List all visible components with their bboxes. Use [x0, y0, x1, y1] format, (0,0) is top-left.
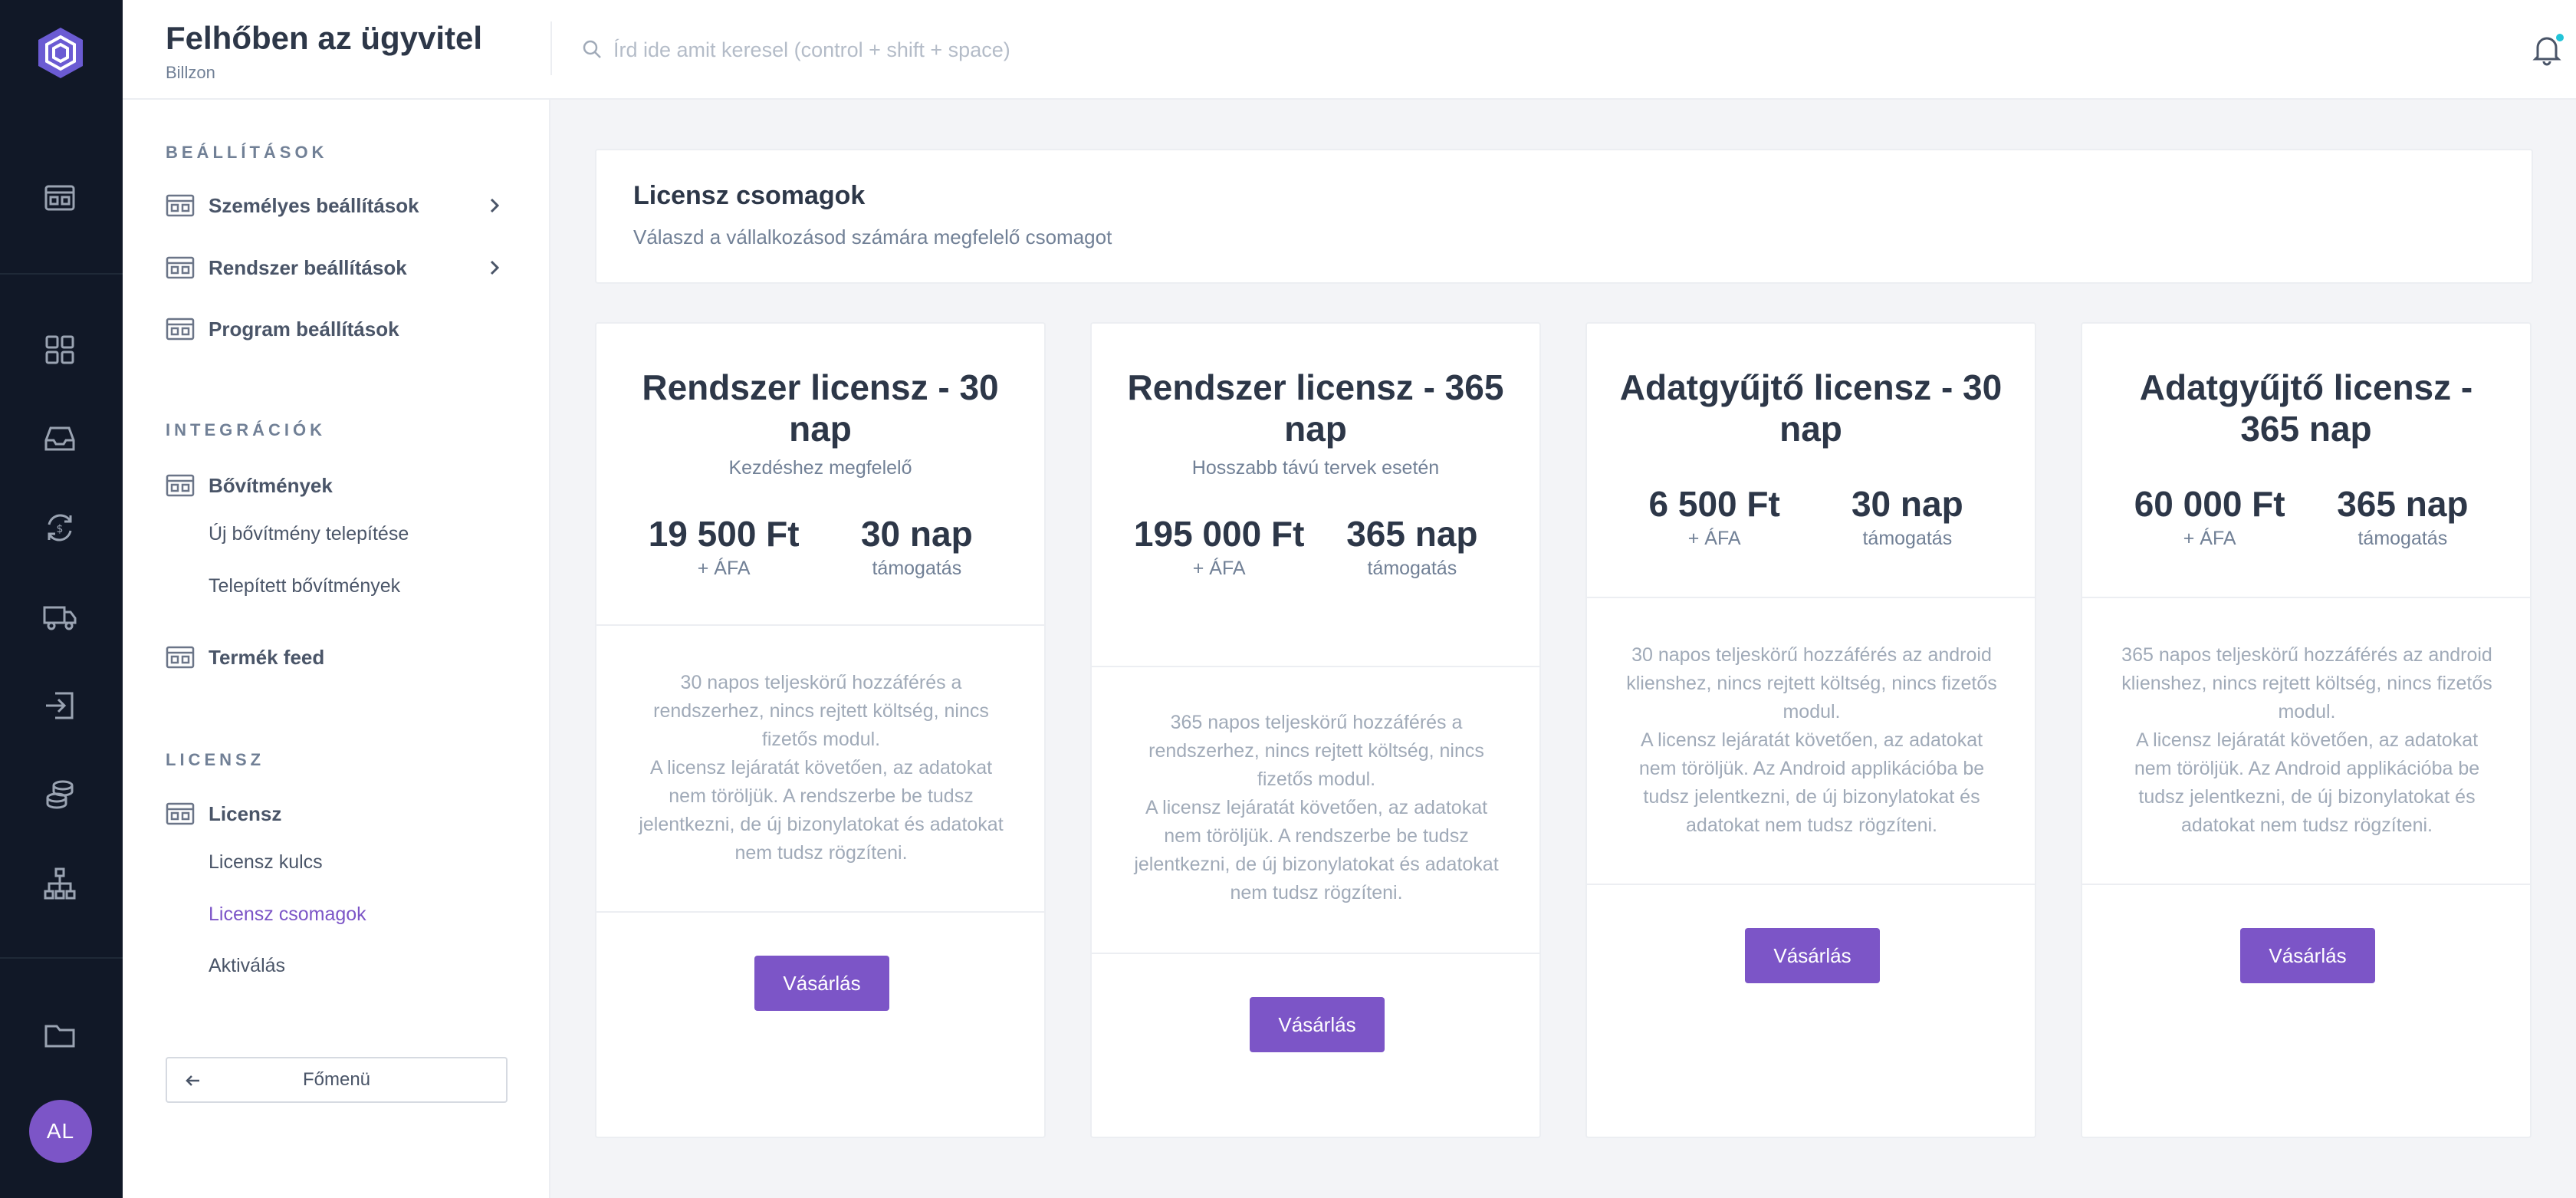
top-header: Felhőben az ügyvitel Billzon [123, 0, 2576, 100]
sidebar-item-label: Bővítmények [209, 473, 333, 497]
page-heading-card: Licensz csomagok Válaszd a vállalkozásod… [595, 149, 2533, 284]
dashboard-icon [166, 256, 195, 279]
package-price: 60 000 Ft [2134, 484, 2285, 524]
avatar[interactable]: AL [29, 1100, 92, 1163]
sitemap-icon[interactable] [38, 862, 81, 905]
package-price: 6 500 Ft [1648, 484, 1780, 524]
sidebar-item-system-settings[interactable]: Rendszer beállítások [166, 251, 503, 285]
sidebar-item-personal-settings[interactable]: Személyes beállítások [166, 189, 503, 222]
sidebar-item-program-settings[interactable]: Program beállítások [166, 312, 503, 346]
price-note: + ÁFA [2183, 528, 2236, 549]
package-duration: 365 nap [2337, 484, 2469, 524]
settings-sidebar: BEÁLLÍTÁSOK Személyes beállítások Rendsz… [123, 100, 550, 1198]
svg-text:$: $ [57, 523, 64, 535]
main-menu-button[interactable]: Főmenü [166, 1057, 508, 1103]
package-description: 30 napos teljeskörű hozzáférés a rendsze… [639, 672, 1004, 864]
buy-button[interactable]: Vásárlás [754, 956, 889, 1011]
currency-exchange-icon[interactable]: $ [38, 506, 81, 549]
search-icon [583, 40, 601, 58]
sidebar-item-product-feed[interactable]: Termék feed [166, 640, 503, 674]
price-note: + ÁFA [1192, 558, 1246, 579]
search-input[interactable] [613, 31, 1533, 69]
app-rail: $ AL [0, 0, 123, 1198]
main-menu-label: Főmenü [302, 1069, 371, 1090]
package-price: 19 500 Ft [648, 514, 800, 554]
package-card: Rendszer licensz - 30 nap Kezdéshez megf… [595, 322, 1046, 1138]
inbox-icon[interactable] [38, 417, 81, 460]
app-logo-icon[interactable] [34, 26, 87, 80]
package-name: Adatgyűjtő licensz - 30 nap [1619, 367, 2003, 449]
sidebar-subitem-activation[interactable]: Aktiválás [209, 955, 285, 977]
sidebar-item-label: Rendszer beállítások [209, 255, 407, 279]
section-title-integrations: INTEGRÁCIÓK [166, 420, 326, 439]
price-note: + ÁFA [1687, 528, 1741, 549]
arrow-left-icon [186, 1075, 199, 1086]
dashboard-icon[interactable] [38, 176, 81, 219]
section-title-license: LICENSZ [166, 750, 265, 769]
package-description: 365 napos teljeskörű hozzáférés a rendsz… [1134, 712, 1499, 903]
sidebar-item-label: Személyes beállítások [209, 193, 419, 217]
dashboard-icon [166, 646, 195, 669]
package-card: Adatgyűjtő licensz - 365 nap 60 000 Ft + … [2081, 322, 2532, 1138]
price-note: + ÁFA [697, 558, 751, 579]
app-title: Felhőben az ügyvitel [166, 20, 483, 56]
buy-button[interactable]: Vásárlás [1250, 997, 1385, 1052]
package-price: 195 000 Ft [1133, 514, 1305, 554]
sidebar-subitem-installed-extensions[interactable]: Telepített bővítmények [209, 575, 400, 597]
package-duration: 30 nap [860, 514, 973, 554]
package-description: 30 napos teljeskörű hozzáférés az androi… [1626, 644, 1997, 836]
import-icon[interactable] [38, 684, 81, 727]
package-name: Rendszer licensz - 365 nap [1127, 367, 1504, 449]
page-description: Válaszd a vállalkozásod számára megfelel… [633, 225, 1112, 248]
sidebar-item-label: Licensz [209, 801, 282, 825]
duration-note: támogatás [2358, 528, 2448, 549]
coins-icon[interactable] [38, 773, 81, 816]
package-description: 365 napos teljeskörű hozzáférés az andro… [2121, 644, 2492, 836]
sidebar-item-license[interactable]: Licensz [166, 797, 503, 831]
package-tagline: Kezdéshez megfelelő [728, 457, 912, 479]
package-name: Rendszer licensz - 30 nap [642, 367, 999, 449]
package-tagline: Hosszabb távú tervek esetén [1191, 457, 1440, 479]
dashboard-icon [166, 474, 195, 497]
folder-icon[interactable] [38, 1014, 81, 1057]
package-duration: 365 nap [1346, 514, 1478, 554]
sidebar-subitem-license-key[interactable]: Licensz kulcs [209, 851, 323, 874]
duration-note: támogatás [872, 558, 962, 579]
dashboard-icon [166, 318, 195, 341]
section-title-settings: BEÁLLÍTÁSOK [166, 143, 328, 162]
grid-icon[interactable] [38, 328, 81, 371]
chevron-right-icon [490, 198, 500, 213]
sidebar-item-label: Program beállítások [209, 317, 399, 341]
duration-note: támogatás [1367, 558, 1457, 579]
sidebar-subitem-license-packages[interactable]: Licensz csomagok [209, 903, 366, 926]
page-title: Licensz csomagok [633, 181, 866, 210]
notification-badge [2555, 32, 2565, 43]
truck-icon[interactable] [38, 595, 81, 638]
package-name: Adatgyűjtő licensz - 365 nap [2139, 367, 2473, 449]
sidebar-subitem-install-extension[interactable]: Új bővítmény telepítése [209, 523, 409, 545]
sidebar-item-label: Termék feed [209, 645, 325, 669]
sidebar-item-extensions[interactable]: Bővítmények [166, 469, 503, 502]
chevron-right-icon [490, 260, 500, 275]
duration-note: támogatás [1862, 528, 1953, 549]
company-name: Billzon [166, 63, 215, 82]
buy-button[interactable]: Vásárlás [1745, 928, 1880, 983]
package-card: Rendszer licensz - 365 nap Hosszabb távú… [1090, 322, 1541, 1138]
dashboard-icon [166, 194, 195, 217]
package-card: Adatgyűjtő licensz - 30 nap 6 500 Ft + ÁF… [1585, 322, 2036, 1138]
package-duration: 30 nap [1851, 484, 1963, 524]
buy-button[interactable]: Vásárlás [2240, 928, 2375, 983]
dashboard-icon [166, 802, 195, 825]
